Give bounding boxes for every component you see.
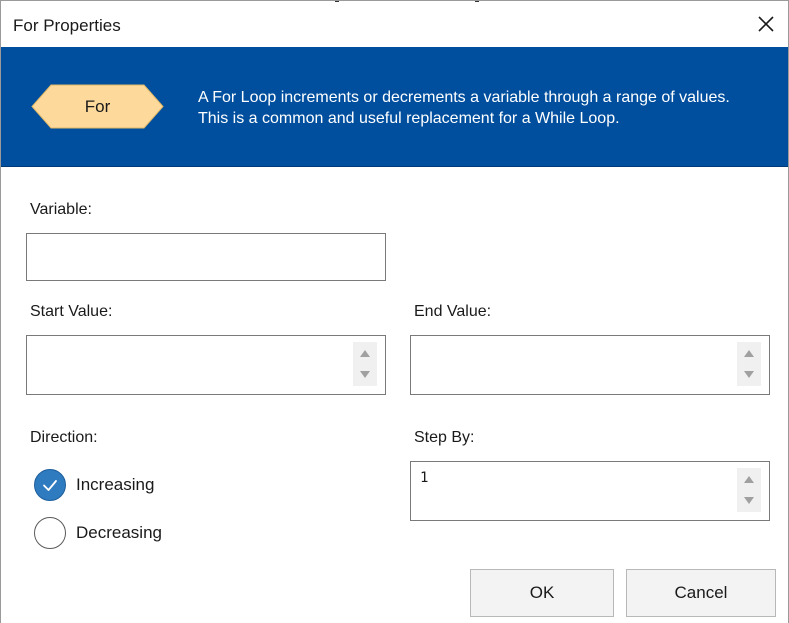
start-value-down-button[interactable]: [353, 364, 377, 386]
direction-label: Direction:: [30, 429, 98, 446]
close-icon: [758, 16, 774, 32]
step-by-text: 1: [420, 470, 429, 486]
header-banner: For A For Loop increments or decrements …: [1, 47, 788, 167]
banner-description: A For Loop increments or decrements a va…: [198, 89, 730, 127]
variable-input[interactable]: [26, 233, 386, 281]
variable-label: Variable:: [30, 201, 92, 218]
direction-increasing-radio[interactable]: Increasing: [34, 469, 174, 501]
step-by-down-button[interactable]: [737, 490, 761, 512]
start-value-up-button[interactable]: [353, 342, 377, 364]
title-bar: For Properties: [1, 2, 788, 46]
step-by-label: Step By:: [414, 429, 475, 446]
window-title: For Properties: [13, 16, 121, 35]
checkmark-icon: [43, 480, 57, 491]
start-value-label: Start Value:: [30, 303, 113, 320]
start-value-spin-buttons: [353, 342, 377, 386]
decreasing-label: Decreasing: [76, 523, 162, 542]
step-by-spinbox[interactable]: 1: [410, 461, 770, 521]
close-button[interactable]: [754, 12, 778, 36]
end-value-spin-buttons: [737, 342, 761, 386]
ok-button[interactable]: OK: [470, 569, 614, 617]
end-value-down-button[interactable]: [737, 364, 761, 386]
for-properties-dialog: For Properties For A For Loop increments…: [0, 0, 789, 623]
step-by-spin-buttons: [737, 468, 761, 512]
cancel-button[interactable]: Cancel: [626, 569, 776, 617]
end-value-up-button[interactable]: [737, 342, 761, 364]
radio-unchecked-indicator: [34, 517, 66, 549]
radio-checked-indicator: [34, 469, 66, 501]
end-value-label: End Value:: [414, 303, 492, 320]
increasing-label: Increasing: [76, 475, 155, 494]
for-shape-label: For: [84, 97, 111, 116]
direction-decreasing-radio[interactable]: Decreasing: [34, 517, 184, 549]
end-value-spinbox[interactable]: [410, 335, 770, 395]
step-by-up-button[interactable]: [737, 468, 761, 490]
start-value-spinbox[interactable]: [26, 335, 386, 395]
